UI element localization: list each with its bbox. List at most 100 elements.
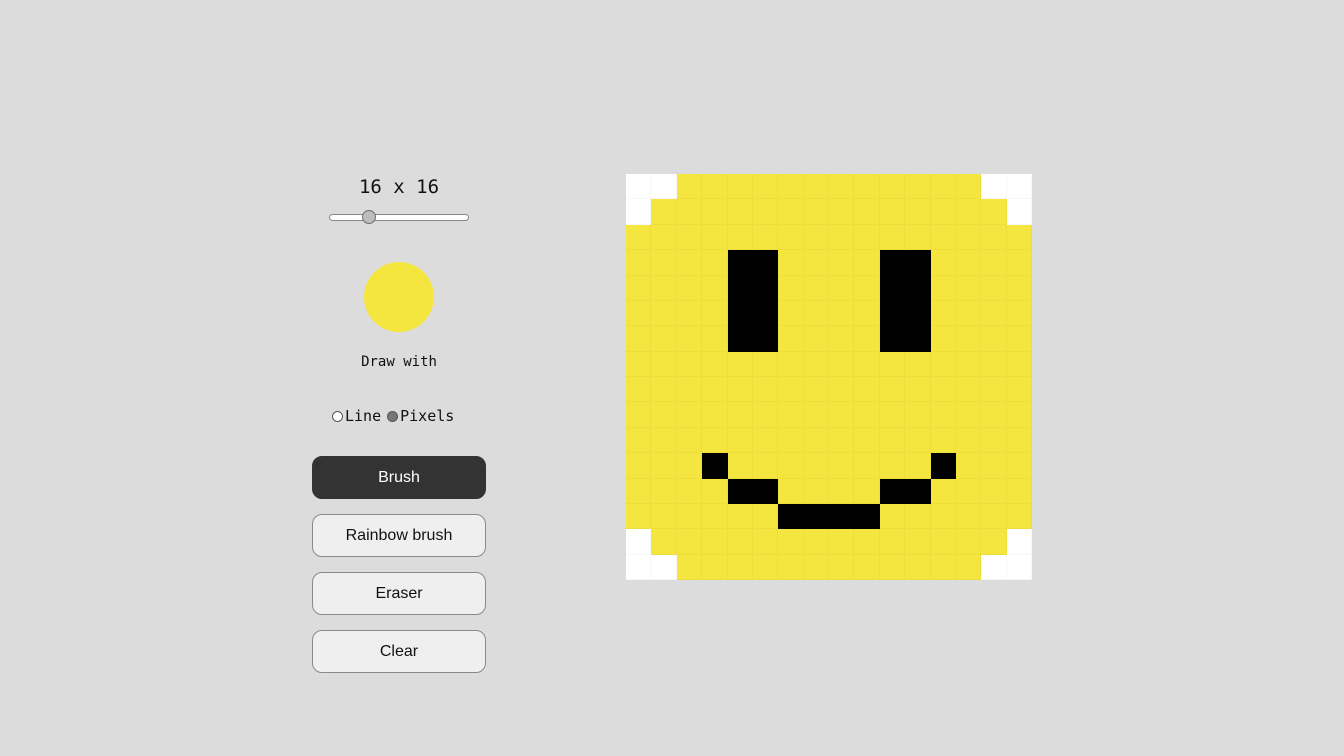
grid-cell[interactable] — [651, 351, 677, 377]
grid-cell[interactable] — [1006, 199, 1032, 225]
grid-cell[interactable] — [955, 224, 982, 251]
grid-cell[interactable] — [930, 300, 956, 327]
grid-cell[interactable] — [676, 402, 703, 428]
grid-cell[interactable] — [803, 199, 829, 225]
grid-cell[interactable] — [829, 250, 855, 276]
grid-cell[interactable] — [854, 326, 880, 352]
grid-cell[interactable] — [803, 554, 829, 580]
grid-cell[interactable] — [803, 503, 829, 530]
grid-cell[interactable] — [879, 275, 906, 301]
pixels-mode-radio[interactable] — [387, 410, 399, 422]
grid-cell[interactable] — [626, 453, 652, 479]
grid-cell[interactable] — [778, 199, 804, 225]
grid-cell[interactable] — [905, 453, 931, 479]
grid-cell[interactable] — [879, 478, 906, 504]
grid-cell[interactable] — [727, 377, 753, 403]
grid-cell[interactable] — [829, 351, 855, 377]
grid-cell[interactable] — [955, 453, 982, 479]
grid-cell[interactable] — [981, 300, 1007, 327]
grid-cell[interactable] — [930, 250, 956, 276]
grid-cell[interactable] — [1006, 427, 1032, 454]
grid-cell[interactable] — [829, 529, 855, 555]
grid-cell[interactable] — [1006, 554, 1032, 580]
grid-cell[interactable] — [702, 250, 728, 276]
grid-cell[interactable] — [879, 224, 906, 251]
grid-cell[interactable] — [829, 199, 855, 225]
grid-cell[interactable] — [981, 275, 1007, 301]
grid-cell[interactable] — [752, 453, 779, 479]
grid-cell[interactable] — [651, 503, 677, 530]
grid-cell[interactable] — [955, 326, 982, 352]
grid-cell[interactable] — [727, 224, 753, 251]
grid-cell[interactable] — [879, 427, 906, 454]
grid-cell[interactable] — [778, 503, 804, 530]
grid-cell[interactable] — [626, 478, 652, 504]
grid-cell[interactable] — [829, 275, 855, 301]
grid-cell[interactable] — [778, 351, 804, 377]
grid-cell[interactable] — [829, 478, 855, 504]
grid-cell[interactable] — [955, 199, 982, 225]
grid-cell[interactable] — [930, 326, 956, 352]
grid-cell[interactable] — [702, 224, 728, 251]
grid-cell[interactable] — [702, 453, 728, 479]
grid-cell[interactable] — [651, 224, 677, 251]
grid-cell[interactable] — [905, 351, 931, 377]
grid-cell[interactable] — [981, 377, 1007, 403]
grid-cell[interactable] — [702, 300, 728, 327]
grid-cell[interactable] — [879, 300, 906, 327]
grid-cell[interactable] — [981, 199, 1007, 225]
grid-cell[interactable] — [1006, 275, 1032, 301]
grid-cell[interactable] — [829, 377, 855, 403]
grid-cell[interactable] — [905, 174, 931, 200]
grid-cell[interactable] — [676, 478, 703, 504]
grid-cell[interactable] — [1006, 377, 1032, 403]
grid-cell[interactable] — [651, 453, 677, 479]
grid-cell[interactable] — [879, 402, 906, 428]
grid-cell[interactable] — [676, 529, 703, 555]
grid-cell[interactable] — [879, 503, 906, 530]
grid-cell[interactable] — [905, 326, 931, 352]
color-picker[interactable] — [364, 262, 434, 332]
grid-cell[interactable] — [955, 275, 982, 301]
grid-cell[interactable] — [702, 326, 728, 352]
grid-cell[interactable] — [752, 554, 779, 580]
grid-cell[interactable] — [879, 250, 906, 276]
grid-cell[interactable] — [702, 478, 728, 504]
grid-cell[interactable] — [626, 554, 652, 580]
grid-cell[interactable] — [955, 250, 982, 276]
grid-cell[interactable] — [930, 174, 956, 200]
grid-cell[interactable] — [955, 478, 982, 504]
grid-cell[interactable] — [651, 427, 677, 454]
grid-cell[interactable] — [955, 402, 982, 428]
grid-cell[interactable] — [930, 529, 956, 555]
grid-cell[interactable] — [854, 529, 880, 555]
grid-cell[interactable] — [981, 351, 1007, 377]
grid-cell[interactable] — [955, 300, 982, 327]
grid-cell[interactable] — [727, 427, 753, 454]
grid-cell[interactable] — [727, 402, 753, 428]
grid-cell[interactable] — [854, 275, 880, 301]
grid-cell[interactable] — [752, 199, 779, 225]
grid-cell[interactable] — [803, 326, 829, 352]
grid-cell[interactable] — [651, 326, 677, 352]
grid-cell[interactable] — [702, 503, 728, 530]
grid-cell[interactable] — [981, 478, 1007, 504]
grid-cell[interactable] — [651, 377, 677, 403]
grid-cell[interactable] — [930, 453, 956, 479]
grid-cell[interactable] — [879, 326, 906, 352]
grid-cell[interactable] — [626, 503, 652, 530]
grid-cell[interactable] — [626, 427, 652, 454]
grid-cell[interactable] — [981, 402, 1007, 428]
grid-cell[interactable] — [778, 427, 804, 454]
grid-cell[interactable] — [676, 351, 703, 377]
grid-cell[interactable] — [778, 529, 804, 555]
grid-cell[interactable] — [778, 300, 804, 327]
grid-cell[interactable] — [676, 224, 703, 251]
grid-cell[interactable] — [829, 174, 855, 200]
grid-cell[interactable] — [905, 503, 931, 530]
grid-cell[interactable] — [702, 427, 728, 454]
grid-cell[interactable] — [955, 503, 982, 530]
rainbow-brush-button[interactable]: Rainbow brush — [312, 514, 486, 557]
grid-cell[interactable] — [854, 224, 880, 251]
grid-cell[interactable] — [829, 427, 855, 454]
